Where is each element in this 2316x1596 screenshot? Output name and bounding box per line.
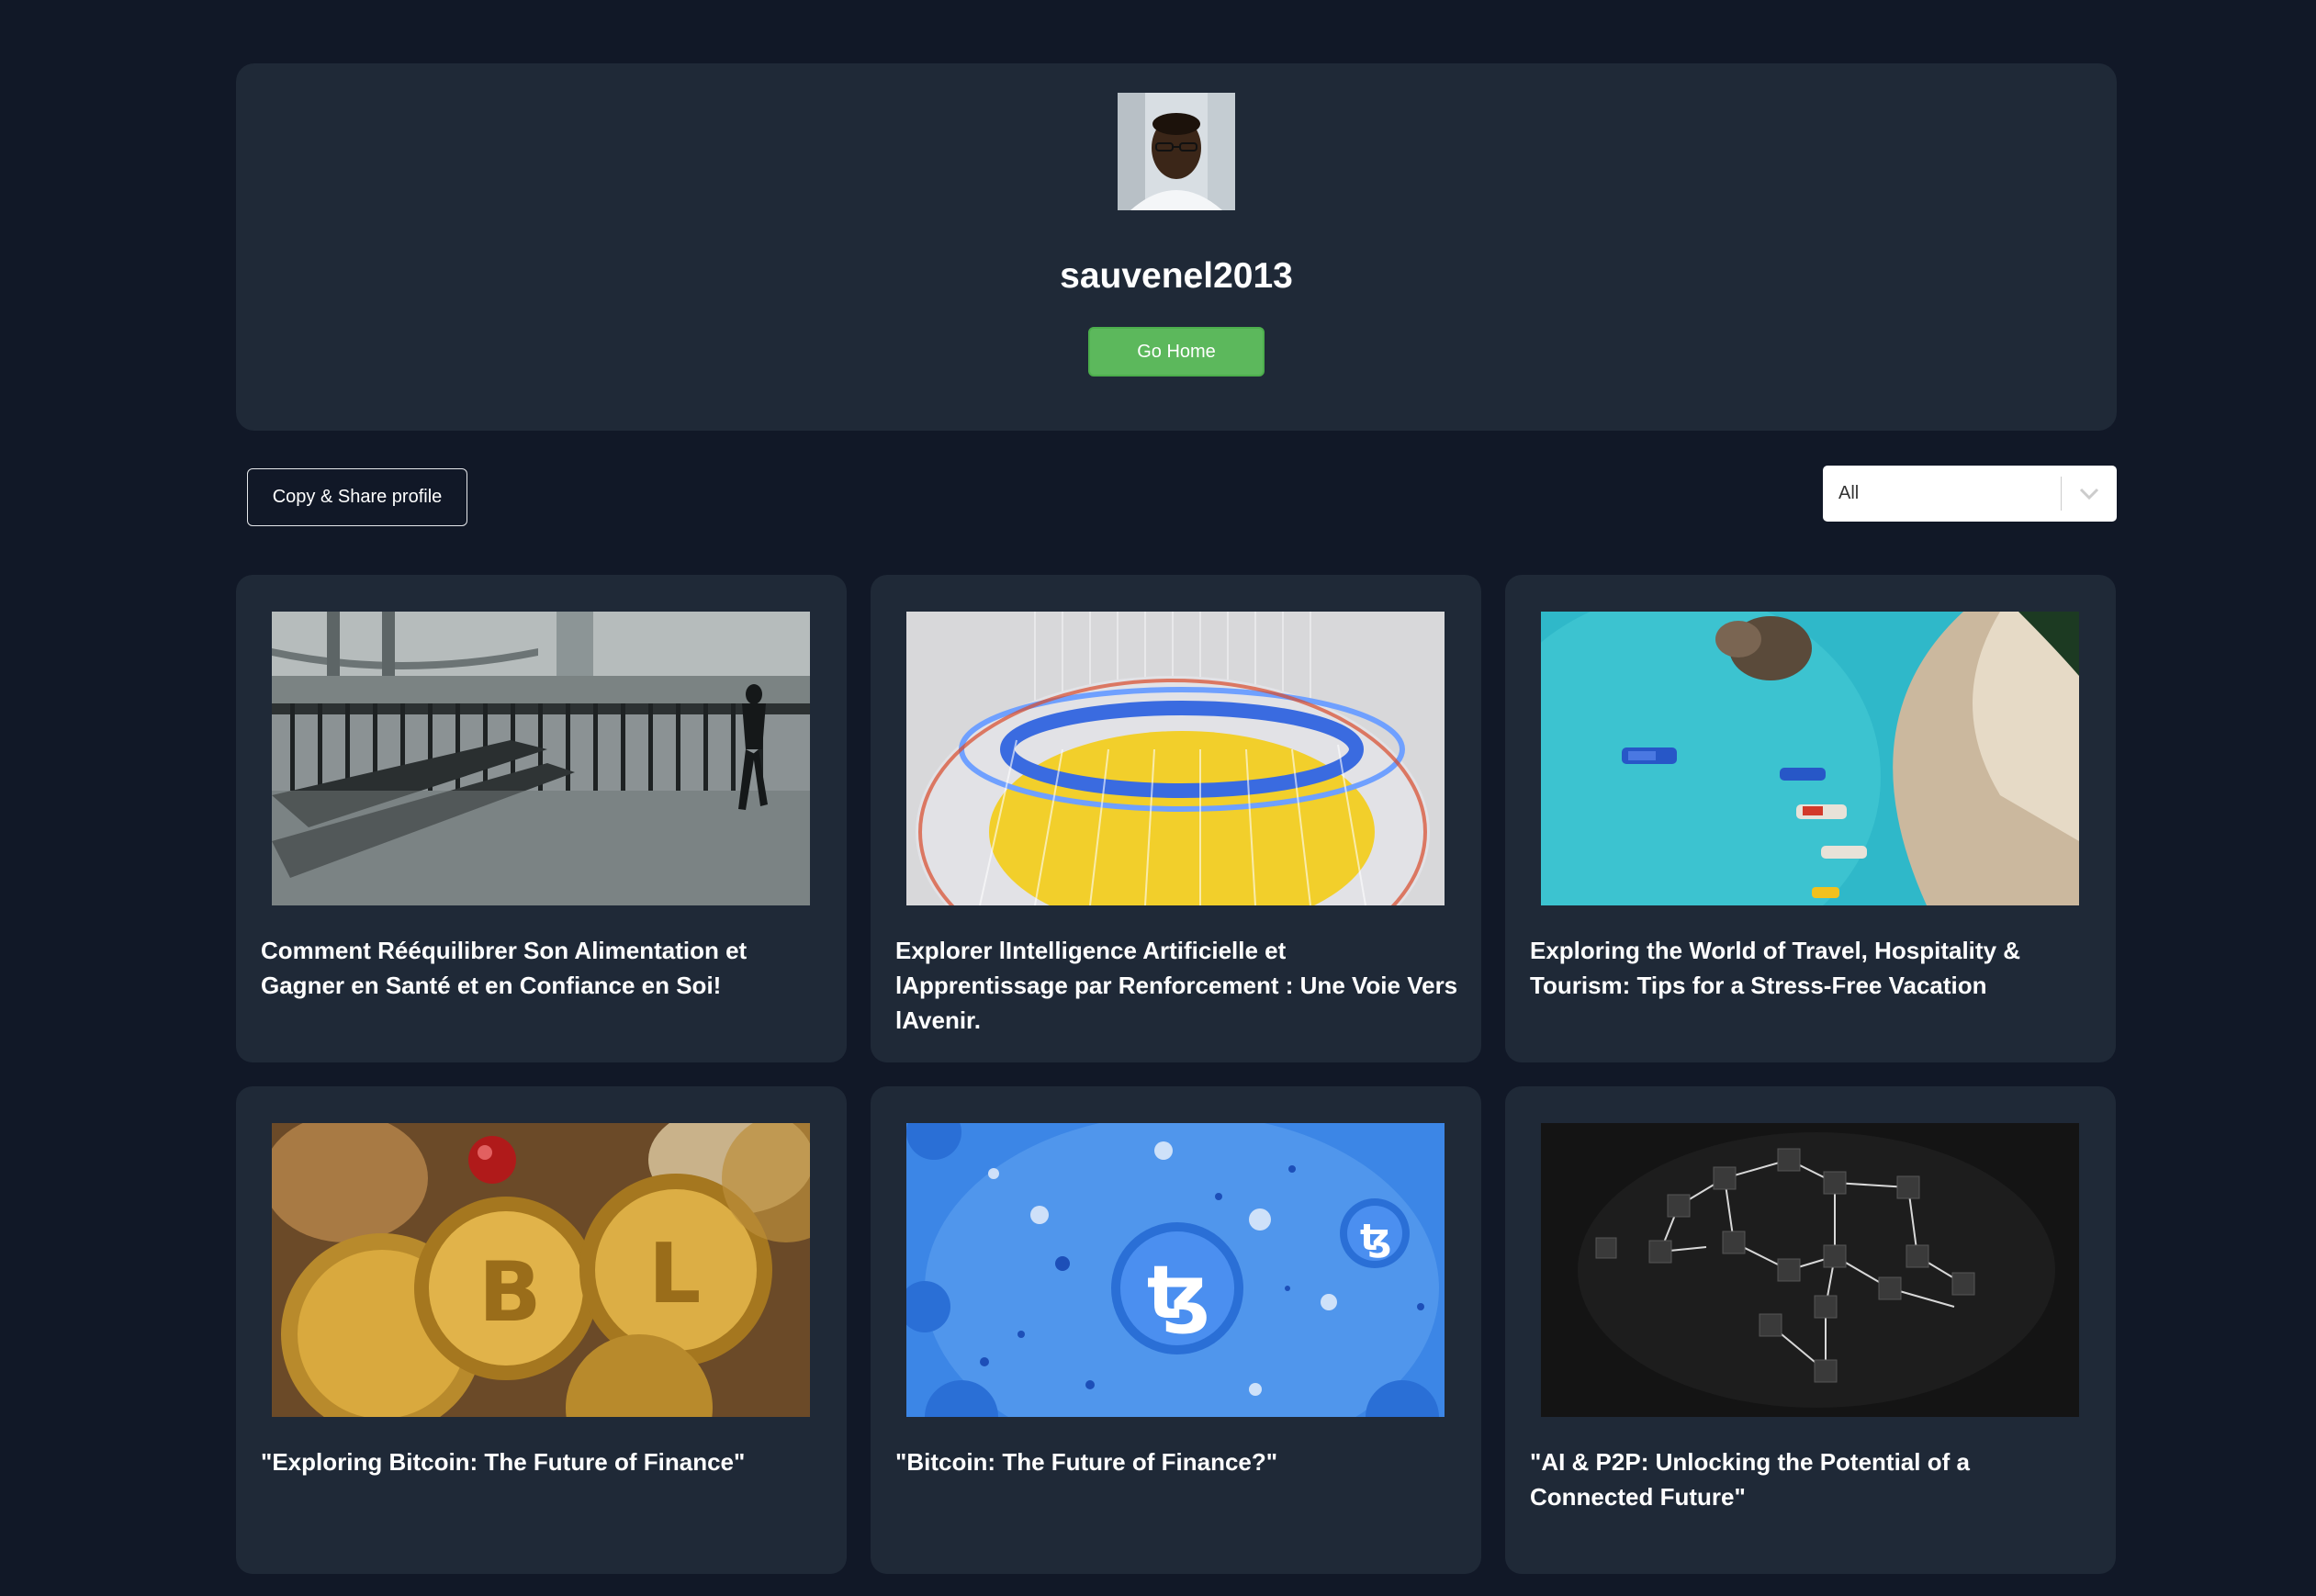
post-title[interactable]: "AI & P2P: Unlocking the Potential of a … bbox=[1530, 1444, 2095, 1514]
avatar-photo bbox=[1118, 93, 1235, 210]
post-title[interactable]: Exploring the World of Travel, Hospitali… bbox=[1530, 933, 2095, 1003]
post-image-beach-aerial bbox=[1541, 612, 2079, 905]
post-title[interactable]: Explorer lIntelligence Artificielle et l… bbox=[895, 933, 1460, 1038]
copy-share-profile-button[interactable]: Copy & Share profile bbox=[247, 468, 467, 526]
post-card[interactable]: ꜩ ꜩ "Bitcoin: The Future of Finance?" bbox=[871, 1086, 1481, 1574]
post-card[interactable]: B L "Exploring Bitcoin: The Future of Fi… bbox=[236, 1086, 847, 1574]
profile-username: sauvenel2013 bbox=[1060, 256, 1293, 296]
post-title[interactable]: "Exploring Bitcoin: The Future of Financ… bbox=[261, 1444, 826, 1479]
post-image-crypto-coins: B L bbox=[272, 1123, 810, 1417]
chevron-down-icon[interactable] bbox=[2062, 466, 2117, 522]
post-image-network-cubes bbox=[1541, 1123, 2079, 1417]
svg-text:ꜩ: ꜩ bbox=[1360, 1217, 1391, 1259]
svg-text:L: L bbox=[648, 1226, 701, 1322]
post-card[interactable]: "AI & P2P: Unlocking the Potential of a … bbox=[1505, 1086, 2116, 1574]
post-title[interactable]: Comment Rééquilibrer Son Alimentation et… bbox=[261, 933, 826, 1003]
post-image-abstract-spiral bbox=[906, 612, 1445, 905]
post-image-runner-waterfront bbox=[272, 612, 810, 905]
avatar bbox=[1118, 93, 1235, 210]
post-card[interactable]: Exploring the World of Travel, Hospitali… bbox=[1505, 575, 2116, 1062]
go-home-button[interactable]: Go Home bbox=[1088, 327, 1265, 377]
category-filter-select[interactable]: All bbox=[1823, 466, 2117, 522]
profile-card: sauvenel2013 Go Home bbox=[236, 63, 2117, 431]
filter-selected-value: All bbox=[1838, 483, 1860, 503]
post-title[interactable]: "Bitcoin: The Future of Finance?" bbox=[895, 1444, 1460, 1479]
post-card[interactable]: Comment Rééquilibrer Son Alimentation et… bbox=[236, 575, 847, 1062]
post-card[interactable]: Explorer lIntelligence Artificielle et l… bbox=[871, 575, 1481, 1062]
post-image-tezos-coins: ꜩ ꜩ bbox=[906, 1123, 1445, 1417]
svg-text:B: B bbox=[478, 1244, 542, 1341]
svg-text:ꜩ: ꜩ bbox=[1147, 1250, 1210, 1335]
